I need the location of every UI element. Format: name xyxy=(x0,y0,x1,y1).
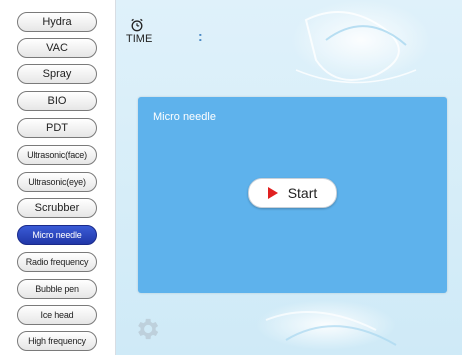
mode-title: Micro needle xyxy=(153,111,216,123)
sidebar-item-bio[interactable]: BIO xyxy=(17,91,97,111)
sidebar-item-high-frequency[interactable]: High frequency xyxy=(17,331,97,351)
sidebar-item-vac[interactable]: VAC xyxy=(17,38,97,58)
timer: TIME xyxy=(126,18,166,45)
sidebar-item-spray[interactable]: Spray xyxy=(17,64,97,84)
alarm-clock-icon xyxy=(131,18,143,32)
play-icon xyxy=(267,187,278,199)
main-area: TIME : Micro needle Start xyxy=(116,0,462,355)
gear-icon[interactable] xyxy=(133,315,161,343)
sidebar-item-ultrasonic-face[interactable]: Ultrasonic(face) xyxy=(17,145,97,165)
time-value: : xyxy=(198,28,203,44)
control-panel: Micro needle Start xyxy=(138,97,447,293)
sidebar-item-ultrasonic-eye[interactable]: Ultrasonic(eye) xyxy=(17,172,97,192)
sidebar-item-ice-head[interactable]: Ice head xyxy=(17,305,97,325)
sidebar-item-hydra[interactable]: Hydra xyxy=(17,12,97,32)
start-label: Start xyxy=(287,185,318,201)
sidebar-item-radio-frequency[interactable]: Radio frequency xyxy=(17,252,97,272)
sidebar-item-bubble-pen[interactable]: Bubble pen xyxy=(17,279,97,299)
start-button[interactable]: Start xyxy=(248,178,337,208)
sidebar-item-micro-needle[interactable]: Micro needle xyxy=(17,225,97,245)
sidebar-item-pdt[interactable]: PDT xyxy=(17,118,97,138)
sidebar: Hydra VAC Spray BIO PDT Ultrasonic(face)… xyxy=(0,0,116,355)
sidebar-item-scrubber[interactable]: Scrubber xyxy=(17,198,97,218)
time-label: TIME xyxy=(126,33,153,45)
